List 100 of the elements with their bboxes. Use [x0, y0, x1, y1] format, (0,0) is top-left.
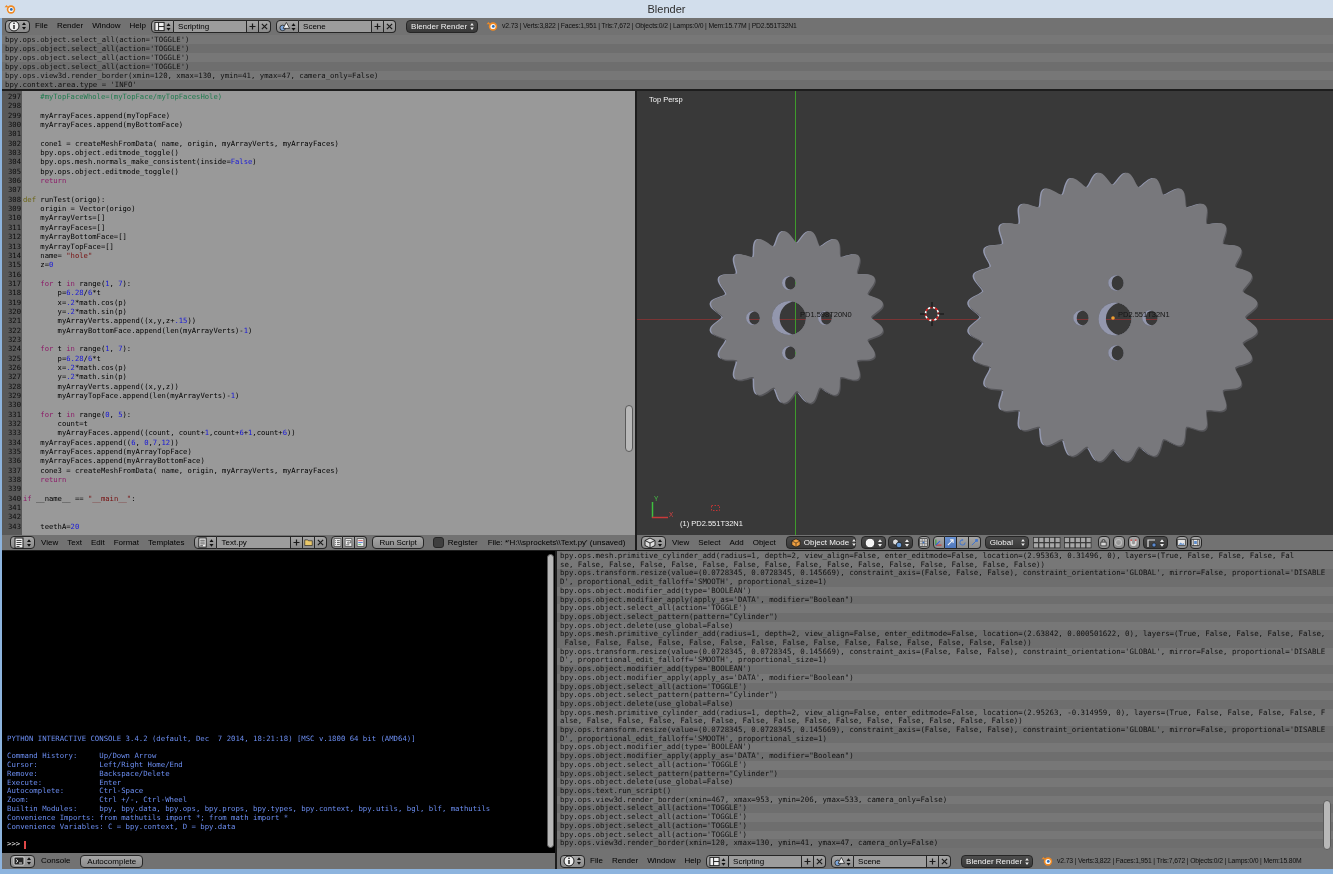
text-name-field[interactable]: Text.py: [217, 536, 292, 549]
close-button[interactable]: [315, 536, 328, 549]
scrollbar-thumb[interactable]: [625, 405, 633, 452]
window-title: Blender: [646, 3, 687, 15]
app-logo-icon: [486, 20, 499, 32]
add-button[interactable]: [247, 19, 260, 33]
menu-item[interactable]: View: [672, 538, 690, 547]
plus-icon: [292, 538, 302, 547]
close-button[interactable]: [259, 19, 272, 33]
run-script-button[interactable]: Run Script: [372, 536, 424, 549]
menu-item[interactable]: View: [41, 538, 59, 547]
menu-item[interactable]: Render: [56, 22, 84, 30]
orientation-dropdown[interactable]: Global: [984, 536, 1029, 549]
snap-dropdown[interactable]: [1142, 536, 1168, 549]
updown-arrows-icon: [852, 538, 857, 547]
menu-item[interactable]: Object: [752, 538, 776, 547]
circle-icon: [1114, 538, 1124, 547]
scene-icon: [834, 855, 852, 867]
datablock-dropdown[interactable]: [151, 19, 175, 33]
menu-item[interactable]: Help: [129, 22, 147, 30]
shading-dropdown[interactable]: [860, 536, 886, 549]
text-cursor-icon: [24, 840, 26, 849]
window-layout-icon: [154, 20, 172, 32]
toggle-button[interactable]: [1127, 536, 1140, 549]
updown-arrows-icon: [1020, 538, 1025, 547]
scene-name-field[interactable]: Scene: [299, 19, 373, 33]
toggle-button[interactable]: [1112, 536, 1125, 549]
datablock-dropdown[interactable]: [706, 854, 730, 868]
folder-icon: [304, 538, 314, 547]
menu-item[interactable]: File: [35, 22, 48, 30]
editor-type-dropdown[interactable]: [560, 854, 585, 868]
close-icon: [815, 856, 825, 866]
menu-item[interactable]: Format: [113, 538, 139, 547]
open-button[interactable]: [303, 536, 316, 549]
menu-item[interactable]: Window: [647, 857, 676, 865]
render-engine-dropdown[interactable]: Blender Render: [406, 19, 479, 33]
render-engine-dropdown[interactable]: Blender Render: [961, 854, 1034, 868]
grid-icon: [919, 538, 929, 547]
updown-arrows-icon: [470, 21, 475, 31]
info-icon: [563, 855, 582, 867]
axis-gizmo-icon: [651, 501, 669, 519]
screen-layout-field[interactable]: Scripting: [729, 854, 803, 868]
add-button[interactable]: [927, 854, 940, 868]
menu-item[interactable]: Templates: [148, 538, 185, 547]
editor-type-dropdown[interactable]: [641, 536, 666, 549]
toggle-button[interactable]: [1097, 536, 1110, 549]
scene-name-field[interactable]: Scene: [854, 854, 928, 868]
render-button[interactable]: [1189, 536, 1202, 549]
toggle-button[interactable]: [343, 536, 356, 549]
window-layout-icon: [709, 855, 727, 867]
add-button[interactable]: [372, 19, 385, 33]
menu-item[interactable]: Add: [729, 538, 744, 547]
layer-grid-icon[interactable]: [1063, 536, 1092, 549]
close-button[interactable]: [939, 854, 952, 868]
close-button[interactable]: [384, 19, 397, 33]
datablock-dropdown[interactable]: [194, 536, 218, 549]
menu-item[interactable]: Text: [67, 538, 82, 547]
menu-item[interactable]: Select: [698, 538, 721, 547]
menu-item[interactable]: Render: [611, 857, 639, 865]
register-checkbox[interactable]: [432, 537, 444, 548]
toggle-button[interactable]: [355, 536, 368, 549]
editor-type-dropdown[interactable]: [5, 19, 30, 33]
film-strip-icon: [1191, 538, 1201, 547]
toggle-button[interactable]: [917, 536, 930, 549]
layer-grid-icon[interactable]: [1032, 536, 1061, 549]
datablock-dropdown[interactable]: [831, 854, 855, 868]
rotate-icon: [957, 538, 967, 547]
add-button[interactable]: [291, 536, 304, 549]
toggle-button[interactable]: [932, 536, 945, 549]
menu-item[interactable]: Edit: [90, 538, 105, 547]
render-border-frame: [711, 505, 720, 511]
menu-item[interactable]: Window: [92, 22, 121, 30]
arrow-icon: [945, 538, 955, 547]
word-wrap-icon: [344, 538, 354, 547]
lock-icon: [1099, 538, 1109, 547]
datablock-dropdown[interactable]: [276, 19, 300, 33]
screen-layout-field[interactable]: Scripting: [174, 19, 248, 33]
autocomplete-button[interactable]: Autocomplete: [80, 854, 144, 868]
pivot-icon: [890, 536, 910, 549]
scrollbar-thumb[interactable]: [1323, 800, 1331, 850]
scrollbar-thumb[interactable]: [547, 554, 554, 848]
mode-dropdown[interactable]: Object Mode: [785, 536, 856, 549]
render-button[interactable]: [1175, 536, 1188, 549]
menu-item[interactable]: File: [590, 857, 603, 865]
render-image-icon: [1177, 538, 1187, 547]
magnet-icon: [1129, 538, 1139, 547]
pivot-dropdown[interactable]: [887, 536, 913, 549]
sphere-icon: [863, 536, 883, 549]
add-button[interactable]: [802, 854, 815, 868]
close-icon: [385, 21, 395, 31]
close-button[interactable]: [814, 854, 827, 868]
info-icon: [8, 20, 27, 32]
app-logo-icon: [4, 3, 16, 15]
toggle-button[interactable]: [331, 536, 344, 549]
editor-type-dropdown[interactable]: [10, 854, 35, 868]
object-origin-icon: [1111, 316, 1115, 320]
menu-item[interactable]: Help: [684, 857, 702, 865]
menu-item[interactable]: Console: [41, 857, 71, 865]
cursor-crosshair-icon: [919, 301, 945, 327]
editor-type-dropdown[interactable]: [10, 536, 35, 549]
